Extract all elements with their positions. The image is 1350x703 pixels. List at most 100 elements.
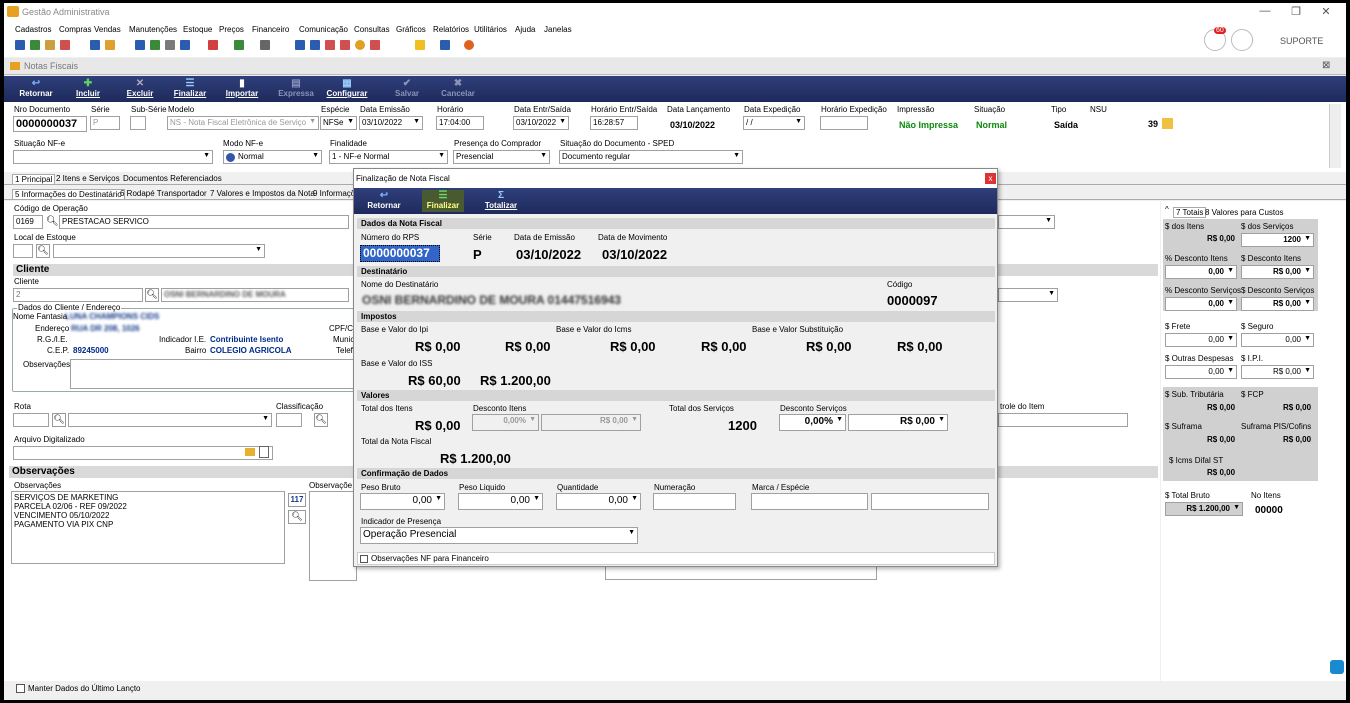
menu-manutencoes[interactable]: Manutenções: [129, 25, 177, 34]
venda-icon[interactable]: [90, 40, 100, 50]
tab-documentos-referenciados[interactable]: Documentos Referenciados: [123, 174, 222, 183]
data-exp-input[interactable]: / /: [743, 116, 805, 130]
lembrete-icon[interactable]: [370, 40, 380, 50]
desc-serv-pct-input[interactable]: 0,00: [1165, 297, 1237, 311]
dialog-finalizar-button[interactable]: ☰ Finalizar: [422, 190, 464, 212]
menu-utilitarios[interactable]: Utilitários: [474, 25, 507, 34]
data-emissao-input[interactable]: 03/10/2022: [359, 116, 423, 130]
numeracao-input[interactable]: [653, 493, 736, 510]
data-entr-input[interactable]: 03/10/2022: [513, 116, 569, 130]
cliente-search-icon[interactable]: 🔍︎: [145, 288, 159, 302]
right-select-1[interactable]: [998, 215, 1055, 229]
desc-serv-val-select[interactable]: R$ 0,00: [848, 414, 948, 431]
desc-itens-pct-select[interactable]: 0,00%: [472, 414, 539, 431]
peso-bruto-input[interactable]: 0,00: [360, 493, 445, 510]
seguro-input[interactable]: 0,00: [1241, 333, 1314, 347]
expressa-button[interactable]: ▤ Expressa: [275, 78, 317, 100]
tab-valores-custos[interactable]: 8 Valores para Custos: [1205, 208, 1284, 217]
obs-search-icon[interactable]: 🔍︎: [288, 510, 306, 524]
frete-input[interactable]: 0,00: [1165, 333, 1237, 347]
finalizar-button[interactable]: ☰ Finalizar: [168, 78, 212, 100]
horario-input[interactable]: 17:04:00: [436, 116, 484, 130]
cod-operacao-input[interactable]: 0169: [13, 215, 43, 229]
classificacao-search-icon[interactable]: 🔍︎: [314, 413, 328, 427]
local-estoque-input[interactable]: [13, 244, 33, 258]
dados-observacoes-text[interactable]: [70, 359, 355, 389]
importar-button[interactable]: ▮ Importar: [219, 78, 265, 100]
window-close-icon[interactable]: ⊠: [1322, 60, 1330, 71]
arquivo-input[interactable]: [13, 446, 273, 460]
pedido-icon[interactable]: [105, 40, 115, 50]
calc-icon[interactable]: [295, 40, 305, 50]
tab-rodape-transportador[interactable]: 6 Rodapé Transportador: [120, 189, 207, 198]
configurar-button[interactable]: ▦ Configurar: [324, 78, 370, 100]
marca-input[interactable]: [751, 493, 868, 510]
star-icon[interactable]: [415, 40, 425, 50]
obs-fin-checkbox[interactable]: [360, 555, 368, 563]
cliente-name-input[interactable]: OSNI BERNARDINO DE MOURA: [161, 288, 349, 302]
manter-dados-checkbox[interactable]: [16, 684, 25, 693]
presenca-select[interactable]: Presencial: [453, 150, 550, 164]
email-icon[interactable]: [340, 40, 350, 50]
tab-totais[interactable]: 7 Totais: [1173, 207, 1207, 218]
tab-principal[interactable]: 1 Principal: [12, 174, 56, 185]
support-link[interactable]: SUPORTE: [1280, 36, 1323, 46]
header-scrollbar[interactable]: [1329, 104, 1341, 168]
estoque-icon[interactable]: [135, 40, 145, 50]
totals-up-icon[interactable]: ^: [1165, 205, 1169, 214]
menu-estoque[interactable]: Estoque: [183, 25, 212, 34]
power-icon[interactable]: [464, 40, 474, 50]
especie-select[interactable]: NFSe: [320, 116, 357, 130]
cancelar-button[interactable]: ✖ Cancelar: [438, 78, 478, 100]
servicos-input[interactable]: 1200: [1241, 233, 1314, 247]
local-estoque-search-icon[interactable]: 🔍︎: [36, 244, 50, 258]
especie-input[interactable]: [871, 493, 989, 510]
classificacao-input[interactable]: [276, 413, 302, 427]
produto-icon[interactable]: [45, 40, 55, 50]
situacao-nfe-select[interactable]: [13, 150, 213, 164]
relatorio-icon[interactable]: [165, 40, 175, 50]
menu-graficos[interactable]: Gráficos: [396, 25, 426, 34]
menu-relatorios[interactable]: Relatórios: [433, 25, 469, 34]
retornar-button[interactable]: ↩ Retornar: [16, 78, 56, 100]
observacoes-textarea[interactable]: SERVIÇOS DE MARKETING PARCELA 02/06 - RE…: [11, 491, 285, 564]
dialog-totalizar-button[interactable]: Σ Totalizar: [480, 190, 522, 212]
financeiro-icon[interactable]: [208, 40, 218, 50]
tab-valores-impostos[interactable]: 7 Valores e Impostos da Nota: [210, 189, 315, 198]
sit-doc-select[interactable]: Documento regular: [559, 150, 743, 164]
right-select-2[interactable]: [998, 288, 1058, 302]
desc-itens-val-select[interactable]: R$ 0,00: [541, 414, 641, 431]
tab-informacoes-destinatario[interactable]: 5 Informações do Destinatário: [12, 189, 125, 200]
nsu-icon[interactable]: [1162, 118, 1173, 129]
qtd-input[interactable]: 0,00: [556, 493, 641, 510]
peso-liq-input[interactable]: 0,00: [458, 493, 543, 510]
fornecedor-icon[interactable]: [30, 40, 40, 50]
excluir-button[interactable]: ✕ Excluir: [122, 78, 158, 100]
menu-compras[interactable]: Compras: [59, 25, 91, 34]
calendar-icon[interactable]: [310, 40, 320, 50]
cart-icon[interactable]: [180, 40, 190, 50]
restore-icon[interactable]: ❐: [1289, 5, 1303, 19]
menu-precos[interactable]: Preços: [219, 25, 244, 34]
menu-vendas[interactable]: Vendas: [94, 25, 121, 34]
ind-pres-select[interactable]: Operação Presencial: [360, 527, 638, 544]
serie-input[interactable]: P: [90, 116, 120, 130]
salvar-button[interactable]: ✔ Salvar: [390, 78, 424, 100]
folder-icon[interactable]: [245, 448, 255, 456]
local-estoque-select[interactable]: [53, 244, 265, 258]
desc-serv-pct-select[interactable]: 0,00%: [779, 414, 846, 431]
menu-cadastros[interactable]: Cadastros: [15, 25, 51, 34]
modo-nfe-select[interactable]: Normal: [223, 150, 322, 164]
horario-exp-input[interactable]: [820, 116, 868, 130]
rota-select[interactable]: [68, 413, 272, 427]
desc-itens-pct-input[interactable]: 0,00: [1165, 265, 1237, 279]
rota-input[interactable]: [13, 413, 49, 427]
incluir-button[interactable]: ✚ Incluir: [70, 78, 106, 100]
finalidade-select[interactable]: 1 - NF-e Normal: [329, 150, 448, 164]
close-icon[interactable]: ✕: [1319, 5, 1333, 19]
tab-informacoes[interactable]: 9 Informaçõ: [313, 189, 355, 198]
dialog-retornar-button[interactable]: ↩ Retornar: [362, 190, 406, 212]
controle-item-input[interactable]: [998, 413, 1128, 427]
rota-search-icon[interactable]: 🔍︎: [52, 413, 66, 427]
printer-icon[interactable]: [260, 40, 270, 50]
